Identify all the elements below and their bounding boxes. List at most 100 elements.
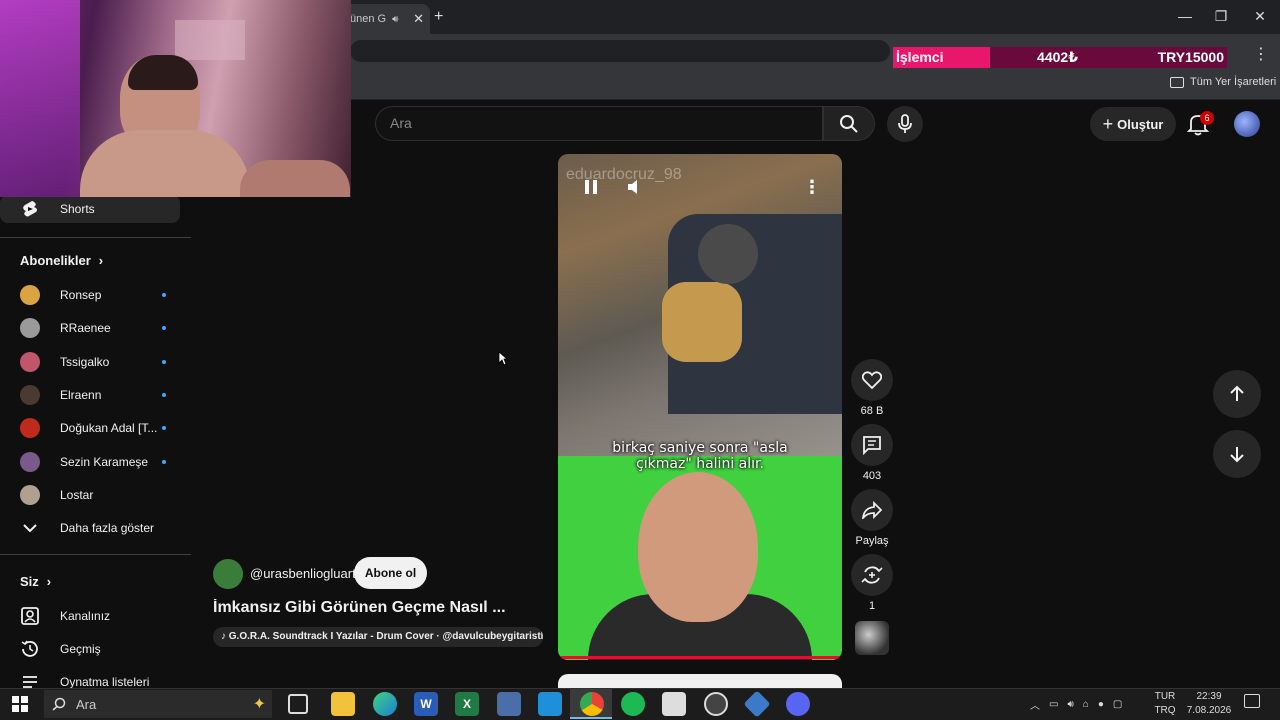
display-icon[interactable]: ▢: [1113, 699, 1122, 710]
network-icon[interactable]: ⌂: [1083, 699, 1089, 710]
account-avatar[interactable]: [1234, 111, 1260, 137]
address-bar[interactable]: [350, 40, 890, 62]
sidebar-item-history[interactable]: Geçmiş: [0, 636, 180, 662]
sidebar-subscription-item[interactable]: Lostar: [0, 482, 180, 508]
minimize-button[interactable]: —: [1170, 8, 1200, 24]
browser-menu-icon[interactable]: ⋮: [1253, 44, 1269, 64]
microphone-icon[interactable]: ●: [1098, 699, 1104, 710]
language-line-2: TRQ: [1154, 705, 1176, 716]
windows-start-icon[interactable]: [12, 696, 28, 712]
sidebar-divider: [0, 237, 191, 238]
channel-avatar: [20, 451, 40, 472]
taskbar-search[interactable]: Ara ✦: [44, 690, 272, 718]
channel-avatar[interactable]: [213, 559, 243, 589]
video-progress-bar[interactable]: [558, 656, 842, 659]
close-tab-icon[interactable]: ✕: [413, 11, 424, 27]
sidebar-subscription-item[interactable]: Doğukan Adal [T...: [0, 415, 180, 441]
folder-icon: [1170, 76, 1184, 88]
sidebar-subscription-item[interactable]: Sezin Karameşe: [0, 449, 180, 475]
shorts-video-player[interactable]: eduardocruz_98 ⋮ birkaç saniye sonra "as…: [558, 154, 842, 660]
store-icon[interactable]: [538, 692, 562, 716]
battery-icon[interactable]: ▭: [1049, 699, 1058, 710]
all-bookmarks-button[interactable]: Tüm Yer İşaretleri: [1170, 76, 1276, 88]
pause-button[interactable]: [575, 171, 607, 203]
new-content-dot: [162, 326, 166, 331]
sidebar-subscription-item[interactable]: RRaenee: [0, 315, 180, 341]
obs-icon[interactable]: [704, 692, 728, 716]
sidebar-item-your-channel[interactable]: Kanalınız: [0, 603, 180, 629]
sidebar-item-label: Elraenn: [60, 387, 102, 402]
share-label: Paylaş: [855, 535, 889, 547]
channel-name[interactable]: @urasbenliogluarti: [250, 566, 359, 581]
new-tab-button[interactable]: +: [434, 8, 443, 26]
previous-video-button[interactable]: [1213, 370, 1261, 418]
like-button[interactable]: [851, 359, 893, 401]
create-button[interactable]: + Oluştur: [1090, 107, 1176, 141]
music-note-icon: ♪: [221, 631, 229, 642]
presenter-face: [638, 472, 758, 622]
language-indicator[interactable]: TUR TRQ: [1152, 690, 1178, 718]
sidebar-subscription-item[interactable]: Elraenn: [0, 382, 180, 408]
sidebar-item-label: Sezin Karameşe: [60, 454, 149, 469]
search-icon: [52, 697, 66, 711]
notification-center-icon[interactable]: [1244, 694, 1260, 708]
you-heading[interactable]: Siz ›: [20, 574, 51, 589]
close-window-button[interactable]: ✕: [1245, 8, 1275, 25]
new-content-dot: [162, 459, 166, 464]
comment-icon: [863, 436, 881, 455]
speaker-icon[interactable]: 🔊︎: [1067, 699, 1073, 710]
subscriptions-heading[interactable]: Abonelikler ›: [20, 253, 103, 268]
app-icon[interactable]: [662, 692, 686, 716]
share-button[interactable]: [851, 489, 893, 531]
shorts-icon: [23, 201, 37, 217]
excel-icon[interactable]: X: [455, 692, 479, 716]
subscribe-button[interactable]: Abone ol: [354, 557, 427, 589]
search-button[interactable]: [823, 106, 875, 141]
file-explorer-icon[interactable]: [331, 692, 355, 716]
browser-tab[interactable]: ünen G 🔊︎ ✕: [340, 4, 430, 34]
channel-avatar: [20, 484, 40, 505]
edge-icon[interactable]: [373, 692, 397, 716]
search-icon: [840, 114, 858, 133]
system-tray: ︿ ▭ 🔊︎ ⌂ ● ▢: [1030, 690, 1122, 718]
speaker-icon[interactable]: 🔊︎: [392, 14, 398, 25]
you-heading-label: Siz: [20, 574, 39, 589]
show-more-button[interactable]: Daha fazla göster: [0, 515, 180, 541]
next-video-button[interactable]: [1213, 430, 1261, 478]
copilot-sparkle-icon: ✦: [252, 696, 266, 713]
heart-icon: [862, 371, 882, 389]
chrome-icon[interactable]: [580, 692, 604, 716]
comments-button[interactable]: [851, 424, 893, 466]
history-icon: [21, 640, 38, 657]
video-title[interactable]: İmkansız Gibi Görünen Geçme Nasıl ...: [213, 599, 543, 617]
notification-count-badge: 6: [1200, 111, 1214, 125]
remix-button[interactable]: [851, 554, 893, 596]
taskbar-search-placeholder: Ara: [76, 696, 97, 712]
volume-button[interactable]: [620, 171, 652, 203]
sidebar-item-shorts[interactable]: Shorts: [0, 195, 180, 223]
next-short-preview[interactable]: [558, 674, 842, 688]
sound-thumbnail[interactable]: [855, 621, 889, 655]
search-input[interactable]: Ara: [375, 106, 823, 141]
ticker-value-1: 4402₺: [990, 47, 1125, 68]
voice-search-button[interactable]: [887, 106, 923, 142]
discord-icon[interactable]: [786, 692, 810, 716]
task-view-icon[interactable]: [288, 694, 308, 714]
taskbar-clock[interactable]: 22:39 7.08.2026: [1186, 690, 1232, 718]
video-more-button[interactable]: ⋮: [796, 171, 828, 203]
language-line-1: TUR: [1154, 691, 1176, 702]
spotify-icon[interactable]: [621, 692, 645, 716]
sidebar-subscription-item[interactable]: Ronsep: [0, 282, 180, 308]
clock-time: 22:39: [1196, 691, 1222, 702]
chevron-up-icon[interactable]: ︿: [1030, 697, 1040, 712]
create-label: Oluştur: [1117, 116, 1164, 132]
maximize-button[interactable]: ❐: [1206, 8, 1236, 25]
sidebar-item-label: Lostar: [60, 487, 94, 502]
word-icon[interactable]: W: [414, 692, 438, 716]
chevron-down-icon: [23, 524, 37, 533]
sidebar-subscription-item[interactable]: Tssigalko: [0, 349, 180, 375]
tab-title: ünen G: [350, 13, 387, 25]
microphone-icon: [898, 114, 912, 133]
sound-chip[interactable]: ♪ G.O.R.A. Soundtrack I Yazılar - Drum C…: [213, 627, 543, 647]
calculator-icon[interactable]: [497, 692, 521, 716]
